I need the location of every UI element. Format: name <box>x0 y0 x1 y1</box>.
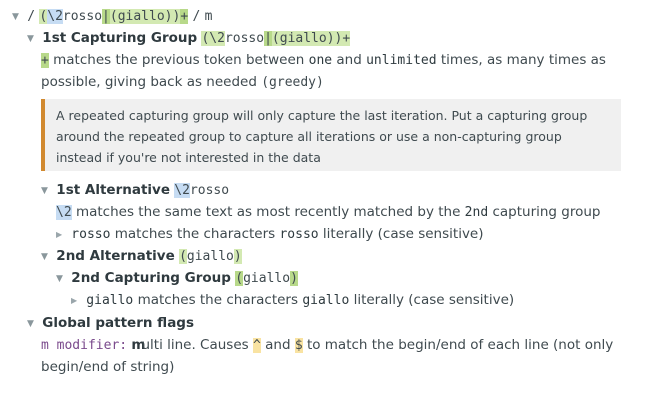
caret-anchor: ^ <box>252 338 261 353</box>
quantifier-unlimited: unlimited <box>366 53 437 68</box>
group1-row[interactable]: ▼ 1st Capturing Group (\2rosso|(giallo))… <box>27 28 351 50</box>
alt1-row[interactable]: ▼ 1st Alternative \2rosso <box>41 180 229 202</box>
flags-modifier-row: m modifier: multi line. Causes ^ and $ t… <box>41 337 614 353</box>
collapse-caret-icon[interactable]: ▼ <box>41 181 52 202</box>
collapse-caret-icon[interactable]: ▼ <box>41 247 52 268</box>
quantifier-row-cont: possible, giving back as needed (greedy) <box>41 74 324 90</box>
repeated-group-note: A repeated capturing group will only cap… <box>41 99 621 171</box>
alt1-backref-row: \2 matches the same text as most recentl… <box>56 204 601 220</box>
quantifier-greedy: (greedy) <box>261 75 324 90</box>
alt2-pattern: (giallo) <box>179 249 242 264</box>
regex-close-slash: / <box>192 9 201 24</box>
backref-group: 2nd <box>464 205 489 220</box>
group1-title: 1st Capturing Group <box>42 30 198 46</box>
flags-modifier-row-cont: begin/end of string) <box>41 359 175 375</box>
flags-row[interactable]: ▼ Global pattern flags <box>27 313 194 335</box>
literal-token-rosso: rosso <box>71 227 111 242</box>
flags-title: Global pattern flags <box>42 315 195 331</box>
literal-chars-rosso: rosso <box>279 227 319 242</box>
quantifier-token: + <box>41 53 49 68</box>
group1-pattern: (\2rosso|(giallo))+ <box>201 31 351 46</box>
backref-token: \2 <box>56 205 72 220</box>
literal-token-giallo: giallo <box>86 293 134 308</box>
collapse-caret-icon[interactable]: ▼ <box>56 269 67 290</box>
expand-caret-icon[interactable]: ▶ <box>56 224 67 245</box>
regex-flag: m <box>204 9 213 24</box>
regex-open-slash: / <box>27 9 36 24</box>
alt1-title: 1st Alternative <box>56 182 170 198</box>
regex-root-row[interactable]: ▼ / (\2rosso|(giallo))+ / m <box>12 6 212 28</box>
group2-title: 2nd Capturing Group <box>71 270 231 286</box>
group2-row[interactable]: ▼ 2nd Capturing Group (giallo) <box>56 268 298 290</box>
collapse-caret-icon[interactable]: ▼ <box>27 29 38 50</box>
quantifier-row: + matches the previous token between one… <box>41 52 606 68</box>
dollar-anchor: $ <box>294 338 303 353</box>
alt1-literal-row[interactable]: ▶ rosso matches the characters rosso lit… <box>56 224 484 245</box>
group2-pattern: (giallo) <box>235 271 298 286</box>
alt2-title: 2nd Alternative <box>56 248 175 264</box>
collapse-caret-icon[interactable]: ▼ <box>27 314 38 335</box>
alt2-row[interactable]: ▼ 2nd Alternative (giallo) <box>41 246 242 268</box>
expand-caret-icon[interactable]: ▶ <box>71 290 82 311</box>
group2-literal-row[interactable]: ▶ giallo matches the characters giallo l… <box>71 290 514 311</box>
note-text: A repeated capturing group will only cap… <box>56 108 588 165</box>
literal-chars-giallo: giallo <box>302 293 350 308</box>
modifier-label: m modifier: <box>41 338 128 353</box>
quantifier-one: one <box>308 53 333 68</box>
collapse-caret-icon[interactable]: ▼ <box>12 7 23 28</box>
alt1-pattern: \2rosso <box>174 183 230 198</box>
regex-pattern[interactable]: (\2rosso|(giallo))+ <box>39 9 189 24</box>
